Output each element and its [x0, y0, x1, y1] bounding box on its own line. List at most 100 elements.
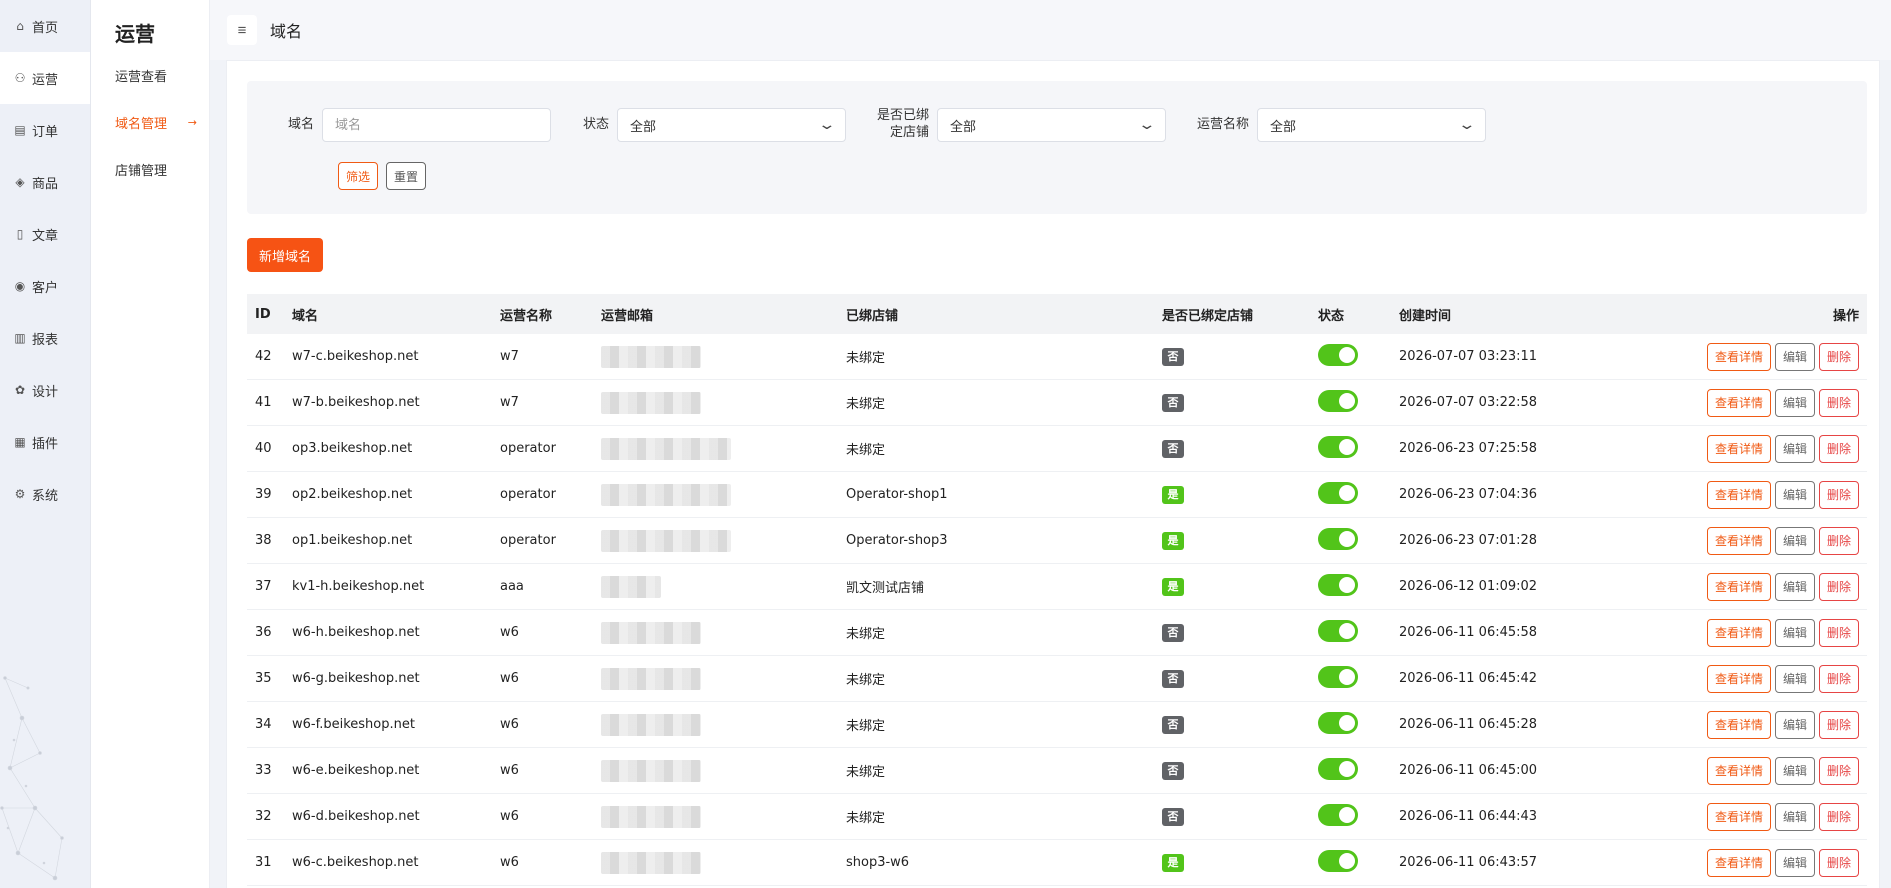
rail-item[interactable]: ◈ 商品	[0, 156, 90, 208]
rail-item-label: 商品	[32, 176, 59, 192]
delete-button[interactable]: 删除	[1818, 388, 1859, 417]
edit-button[interactable]: 编辑	[1774, 664, 1815, 693]
edit-button[interactable]: 编辑	[1774, 342, 1815, 371]
view-details-button[interactable]: 查看详情	[1706, 388, 1771, 417]
status-filter-select[interactable]: 全部 ⌄	[617, 108, 846, 142]
rail-item-label: 设计	[32, 384, 59, 400]
status-switch[interactable]	[1318, 343, 1358, 366]
view-details-button[interactable]: 查看详情	[1706, 434, 1771, 463]
delete-button[interactable]: 删除	[1818, 664, 1859, 693]
rail-item[interactable]: ⚇ 运营	[0, 52, 90, 104]
delete-button[interactable]: 删除	[1818, 710, 1859, 739]
status-switch[interactable]	[1318, 619, 1358, 642]
cell-domain: op3.beikeshop.net	[292, 441, 413, 456]
cell-id: 40	[255, 441, 272, 456]
edit-button[interactable]: 编辑	[1774, 710, 1815, 739]
edit-button[interactable]: 编辑	[1774, 756, 1815, 785]
delete-button[interactable]: 删除	[1818, 802, 1859, 831]
rail-item[interactable]: ⚙ 系统	[0, 468, 90, 520]
table-row: 34 w6-f.beikeshop.net w6 未绑定 否 2026-06-1…	[247, 702, 1867, 748]
edit-button[interactable]: 编辑	[1774, 434, 1815, 463]
operator-filter-value: 全部	[1270, 119, 1297, 135]
rail-item[interactable]: ◉ 客户	[0, 260, 90, 312]
rail-item-label: 客户	[32, 280, 59, 296]
domain-filter-input[interactable]	[322, 108, 551, 142]
view-details-button[interactable]: 查看详情	[1706, 342, 1771, 371]
view-details-button[interactable]: 查看详情	[1706, 526, 1771, 555]
operator-filter-select[interactable]: 全部 ⌄	[1257, 108, 1486, 142]
delete-button[interactable]: 删除	[1818, 480, 1859, 509]
cell-shop: 未绑定	[846, 811, 886, 826]
delete-button[interactable]: 删除	[1818, 526, 1859, 555]
status-switch[interactable]	[1318, 665, 1358, 688]
view-details-button[interactable]: 查看详情	[1706, 802, 1771, 831]
delete-button[interactable]: 删除	[1818, 342, 1859, 371]
view-details-button[interactable]: 查看详情	[1706, 618, 1771, 647]
edit-button[interactable]: 编辑	[1774, 572, 1815, 601]
rail-item[interactable]: ✿ 设计	[0, 364, 90, 416]
cell-bound: 否	[1162, 623, 1318, 642]
subnav-item-operations-view[interactable]: 运营查看	[91, 52, 209, 99]
view-details-button[interactable]: 查看详情	[1706, 480, 1771, 509]
edit-button[interactable]: 编辑	[1774, 848, 1815, 877]
view-details-button[interactable]: 查看详情	[1706, 756, 1771, 785]
subnav-item-domain-management[interactable]: 域名管理 →	[91, 99, 209, 146]
status-switch[interactable]	[1318, 803, 1358, 826]
add-domain-button[interactable]: 新增域名	[247, 238, 324, 272]
view-details-button[interactable]: 查看详情	[1706, 710, 1771, 739]
rail-item[interactable]: ▤ 订单	[0, 104, 90, 156]
status-switch[interactable]	[1318, 573, 1358, 596]
subnav-item-label: 域名管理	[115, 117, 168, 132]
palette-icon: ✿	[14, 383, 26, 397]
cell-actions: 查看详情 编辑 删除	[1679, 664, 1867, 693]
cell-email	[601, 794, 846, 839]
edit-button[interactable]: 编辑	[1774, 618, 1815, 647]
rail-item[interactable]: ⌂ 首页	[0, 0, 90, 52]
users-icon: ⚇	[14, 71, 26, 85]
bound-filter-select[interactable]: 全部 ⌄	[937, 108, 1166, 142]
delete-button[interactable]: 删除	[1818, 756, 1859, 785]
cell-created: 2026-06-11 06:45:58	[1399, 625, 1538, 640]
bound-badge: 否	[1162, 807, 1184, 826]
cell-domain: w6-f.beikeshop.net	[292, 717, 415, 732]
subnav-item-shop-management[interactable]: 店铺管理	[91, 146, 209, 193]
delete-button[interactable]: 删除	[1818, 434, 1859, 463]
filter-button[interactable]: 筛选	[338, 162, 379, 190]
edit-button[interactable]: 编辑	[1774, 388, 1815, 417]
status-switch[interactable]	[1318, 757, 1358, 780]
cell-email	[601, 656, 846, 701]
delete-button[interactable]: 删除	[1818, 572, 1859, 601]
redacted-email	[601, 391, 701, 414]
cell-id: 31	[255, 855, 272, 870]
redacted-email	[601, 437, 731, 460]
status-switch[interactable]	[1318, 711, 1358, 734]
edit-button[interactable]: 编辑	[1774, 526, 1815, 555]
table-row: 31 w6-c.beikeshop.net w6 shop3-w6 是 2026…	[247, 840, 1867, 886]
menu-toggle-button[interactable]: ≡	[227, 15, 257, 45]
chevron-down-icon: ⌄	[1137, 117, 1157, 133]
cell-bound: 是	[1162, 577, 1318, 596]
redacted-email	[601, 345, 701, 368]
status-switch[interactable]	[1318, 389, 1358, 412]
rail-item[interactable]: ▦ 插件	[0, 416, 90, 468]
cell-id: 37	[255, 579, 272, 594]
rail-item[interactable]: ▥ 报表	[0, 312, 90, 364]
delete-button[interactable]: 删除	[1818, 848, 1859, 877]
cell-operator: w6	[500, 809, 519, 824]
view-details-button[interactable]: 查看详情	[1706, 664, 1771, 693]
delete-button[interactable]: 删除	[1818, 618, 1859, 647]
status-switch[interactable]	[1318, 481, 1358, 504]
view-details-button[interactable]: 查看详情	[1706, 572, 1771, 601]
reset-button[interactable]: 重置	[386, 162, 427, 190]
rail-item[interactable]: ▯ 文章	[0, 208, 90, 260]
edit-button[interactable]: 编辑	[1774, 480, 1815, 509]
cell-bound: 否	[1162, 669, 1318, 688]
status-switch[interactable]	[1318, 435, 1358, 458]
status-switch[interactable]	[1318, 527, 1358, 550]
bound-filter-value: 全部	[950, 119, 977, 135]
table-row: 35 w6-g.beikeshop.net w6 未绑定 否 2026-06-1…	[247, 656, 1867, 702]
cell-status	[1318, 389, 1399, 416]
view-details-button[interactable]: 查看详情	[1706, 848, 1771, 877]
edit-button[interactable]: 编辑	[1774, 802, 1815, 831]
status-switch[interactable]	[1318, 849, 1358, 872]
